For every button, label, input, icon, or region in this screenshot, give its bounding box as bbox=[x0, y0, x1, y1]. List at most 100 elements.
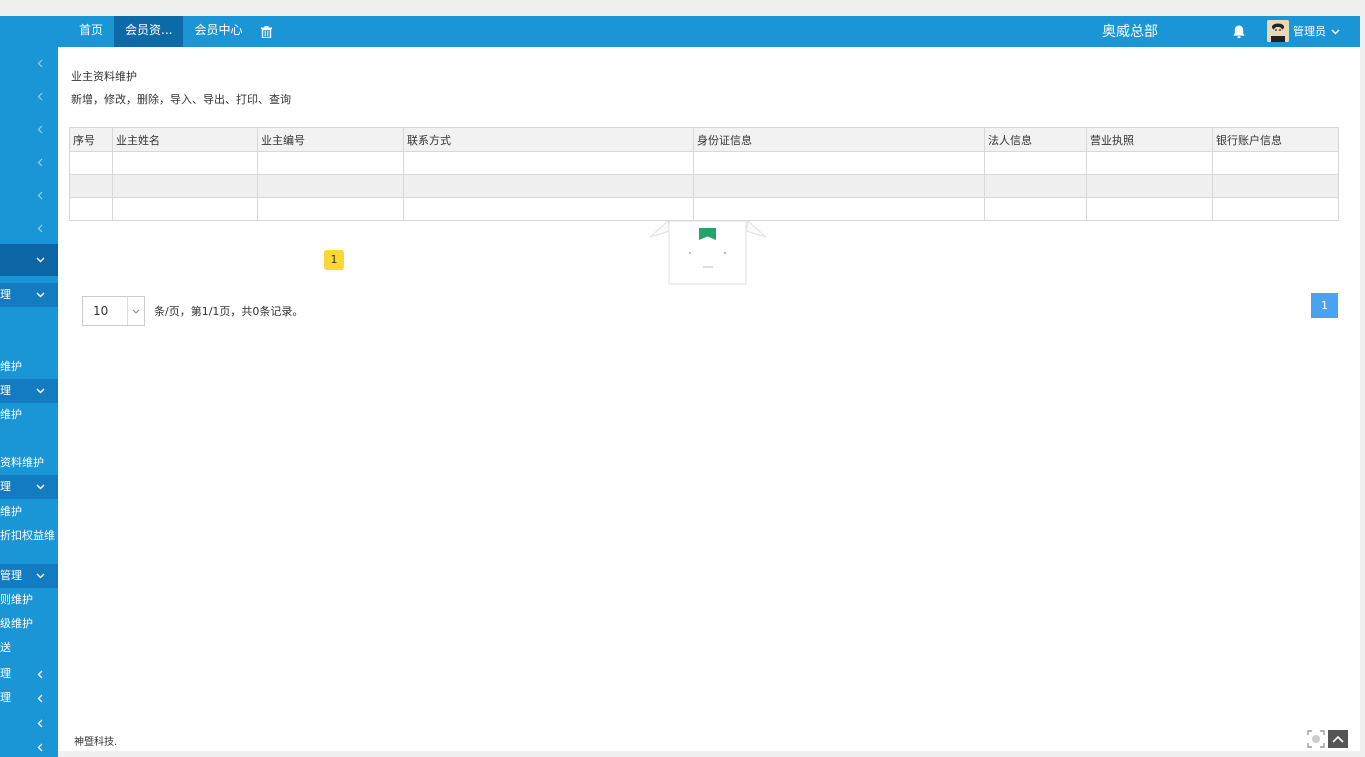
chevron-left-icon[interactable] bbox=[34, 188, 46, 202]
chevron-left-icon bbox=[34, 686, 46, 710]
sidebar-item-group-3[interactable]: 理 bbox=[0, 475, 58, 499]
column-header-id-card[interactable]: 身份证信息 bbox=[693, 127, 985, 152]
column-header-owner-code[interactable]: 业主编号 bbox=[257, 127, 404, 152]
sidebar-item-expanded[interactable] bbox=[0, 244, 58, 276]
chevron-down-icon bbox=[34, 564, 46, 588]
sidebar-item-label: 理 bbox=[0, 691, 11, 704]
sidebar-item[interactable]: 送 bbox=[0, 636, 58, 660]
sidebar-item-group-4[interactable]: 管理 bbox=[0, 564, 58, 588]
sidebar-item-owner-data[interactable]: 资料维护 bbox=[0, 451, 58, 475]
chevron-left-icon[interactable] bbox=[34, 56, 46, 70]
sidebar-item-group-2[interactable]: 理 bbox=[0, 379, 58, 403]
table-cell bbox=[1212, 197, 1339, 221]
sidebar-item-group-1[interactable]: 理 bbox=[0, 283, 58, 307]
table-cell bbox=[69, 151, 113, 175]
sidebar-item[interactable]: 维护 bbox=[0, 500, 58, 524]
sidebar-item-label: 级维护 bbox=[0, 617, 33, 630]
sidebar-item-label: 管理 bbox=[0, 569, 22, 582]
table-cell bbox=[693, 197, 985, 221]
table-cell bbox=[984, 151, 1087, 175]
table-cell bbox=[693, 151, 985, 175]
owner-data-table: 序号 业主姓名 业主编号 联系方式 身份证信息 法人信息 营业执照 银行账户信息 bbox=[69, 127, 1339, 221]
sidebar-item-collapsed[interactable]: 理 bbox=[0, 662, 58, 686]
chevron-down-icon bbox=[34, 244, 46, 276]
sidebar-item-label: 理 bbox=[0, 667, 11, 680]
table-row[interactable] bbox=[69, 197, 1339, 221]
chevron-left-icon bbox=[34, 735, 46, 757]
page-button-1[interactable]: 1 bbox=[1311, 293, 1338, 318]
page-size-select[interactable]: 10 bbox=[82, 296, 145, 326]
tab-home[interactable]: 首页 bbox=[68, 16, 114, 47]
top-navigation-bar: 首页 会员资... 会员中心 奥威总部 管理员 bbox=[0, 16, 1360, 52]
table-cell bbox=[403, 151, 694, 175]
footer-company: 神暨科技. bbox=[74, 737, 118, 748]
table-cell bbox=[257, 197, 404, 221]
sidebar-item[interactable]: 级维护 bbox=[0, 612, 58, 636]
column-header-legal-person[interactable]: 法人信息 bbox=[984, 127, 1087, 152]
trash-icon[interactable] bbox=[253, 16, 279, 47]
fullscreen-icon[interactable] bbox=[1306, 730, 1326, 748]
column-header-index[interactable]: 序号 bbox=[69, 127, 113, 152]
chevron-left-icon[interactable] bbox=[34, 122, 46, 136]
user-name: 管理员 bbox=[1293, 25, 1326, 38]
chevron-left-icon bbox=[34, 711, 46, 735]
sidebar-item-label: 维护 bbox=[0, 408, 22, 421]
table-cell bbox=[984, 174, 1087, 198]
sidebar-item[interactable]: 维护 bbox=[0, 403, 58, 427]
column-header-business-license[interactable]: 营业执照 bbox=[1086, 127, 1213, 152]
sidebar-item-label: 理 bbox=[0, 480, 11, 493]
table-cell bbox=[403, 174, 694, 198]
table-row[interactable] bbox=[69, 174, 1339, 198]
table-cell bbox=[112, 197, 258, 221]
table-cell bbox=[1212, 174, 1339, 198]
table-cell bbox=[1086, 151, 1213, 175]
table-row[interactable] bbox=[69, 151, 1339, 175]
chevron-down-icon bbox=[1331, 24, 1340, 38]
column-header-owner-name[interactable]: 业主姓名 bbox=[112, 127, 258, 152]
tab-member-data[interactable]: 会员资... bbox=[114, 16, 184, 52]
sidebar: 理 维护 理 维护 资料维护 理 维护 折扣权益维 管理 则维护 级维护 送 理… bbox=[0, 47, 58, 757]
sidebar-item[interactable]: 折扣权益维 bbox=[0, 524, 58, 548]
table-header-row: 序号 业主姓名 业主编号 联系方式 身份证信息 法人信息 营业执照 银行账户信息 bbox=[69, 127, 1339, 152]
empty-box-illustration bbox=[648, 220, 768, 285]
table-cell bbox=[1086, 197, 1213, 221]
table-cell bbox=[257, 151, 404, 175]
chevron-down-icon bbox=[127, 297, 144, 325]
user-menu[interactable]: 管理员 bbox=[1267, 18, 1340, 44]
sidebar-item[interactable]: 维护 bbox=[0, 355, 58, 379]
scroll-to-top-icon[interactable] bbox=[1328, 730, 1348, 748]
table-cell bbox=[112, 174, 258, 198]
sidebar-item-collapsed[interactable] bbox=[0, 735, 58, 757]
pagination-info: 10 条/页，第1/1页，共0条记录。 bbox=[82, 296, 303, 326]
page-info-text: 条/页，第1/1页，共0条记录。 bbox=[154, 305, 304, 318]
sidebar-item[interactable]: 则维护 bbox=[0, 588, 58, 612]
table-cell bbox=[1212, 151, 1339, 175]
avatar bbox=[1267, 20, 1289, 42]
chevron-left-icon[interactable] bbox=[34, 89, 46, 103]
column-header-bank-account[interactable]: 银行账户信息 bbox=[1212, 127, 1339, 152]
count-badge: 1 bbox=[324, 250, 344, 270]
sidebar-item-label: 送 bbox=[0, 641, 11, 654]
tab-member-center[interactable]: 会员中心 bbox=[183, 16, 253, 47]
table-cell bbox=[69, 197, 113, 221]
sidebar-item-label: 理 bbox=[0, 288, 11, 301]
operations-description: 新增，修改，删除，导入、导出、打印、查询 bbox=[71, 93, 291, 106]
chevron-down-icon bbox=[34, 283, 46, 307]
column-header-contact[interactable]: 联系方式 bbox=[403, 127, 694, 152]
sidebar-item-collapsed[interactable]: 理 bbox=[0, 686, 58, 710]
chevron-left-icon[interactable] bbox=[34, 155, 46, 169]
sidebar-item-label: 维护 bbox=[0, 505, 22, 518]
table-cell bbox=[1086, 174, 1213, 198]
bell-icon[interactable] bbox=[1231, 24, 1247, 40]
page-title: 业主资料维护 bbox=[71, 70, 137, 83]
footer-tools bbox=[1304, 730, 1348, 748]
sidebar-header-strip bbox=[0, 16, 58, 47]
main-content: 业主资料维护 新增，修改，删除，导入、导出、打印、查询 序号 业主姓名 业主编号… bbox=[58, 47, 1360, 751]
table-cell bbox=[403, 197, 694, 221]
chevron-left-icon[interactable] bbox=[34, 221, 46, 235]
sidebar-item-collapsed[interactable] bbox=[0, 711, 58, 735]
sidebar-item-label: 维护 bbox=[0, 360, 22, 373]
nav-tabs: 首页 会员资... 会员中心 bbox=[68, 16, 279, 52]
sidebar-item-label: 资料维护 bbox=[0, 456, 44, 469]
sidebar-item-label: 折扣权益维 bbox=[0, 529, 55, 542]
